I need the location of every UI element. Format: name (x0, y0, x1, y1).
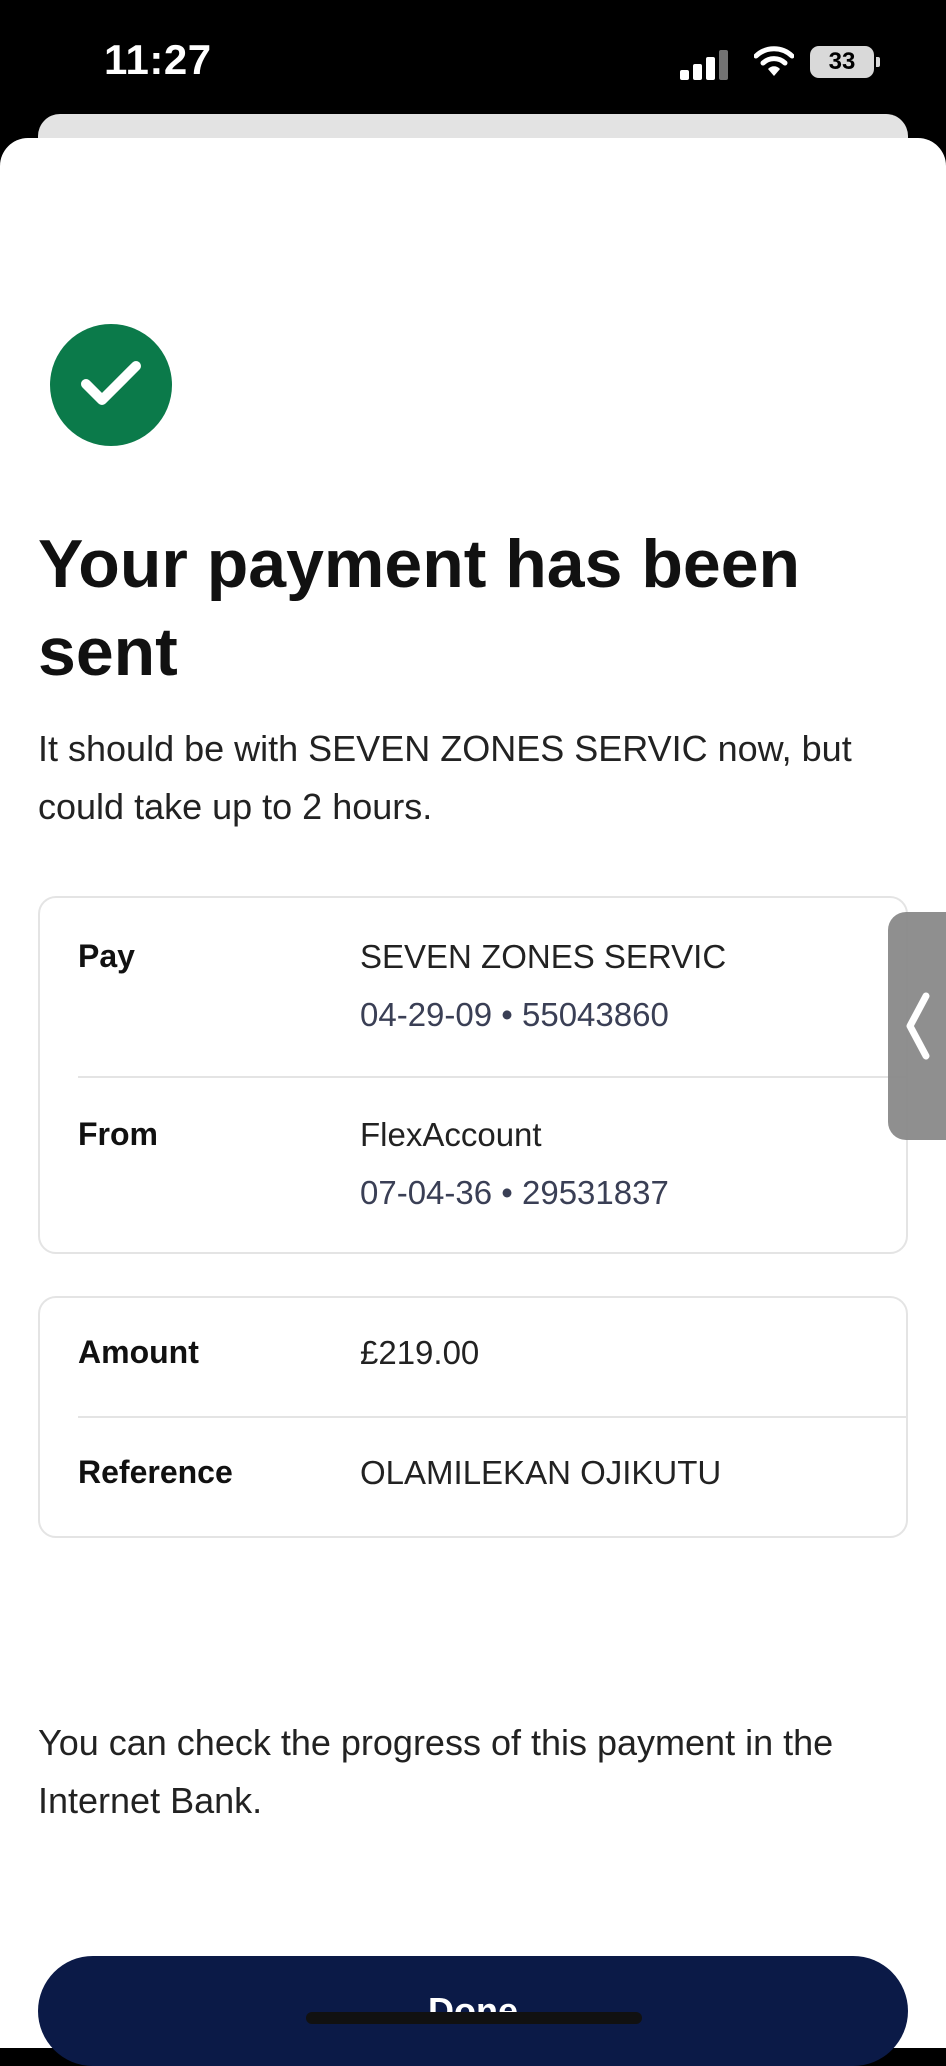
home-indicator[interactable] (306, 2012, 642, 2024)
amount-value: £219.00 (360, 1334, 480, 1371)
payment-details-card: Pay SEVEN ZONES SERVIC 04-29-09 • 550438… (38, 896, 908, 1254)
reference-value: OLAMILEKAN OJIKUTU (360, 1454, 722, 1491)
signal-icon (680, 50, 730, 80)
battery-icon: 33 (810, 46, 880, 78)
confirmation-subtitle: It should be with SEVEN ZONES SERVIC now… (38, 728, 852, 827)
done-button[interactable]: Done (38, 1956, 908, 2066)
pay-value: SEVEN ZONES SERVIC 04-29-09 • 55043860 (360, 928, 726, 1044)
pay-label: Pay (78, 938, 135, 974)
amount-label: Amount (78, 1334, 199, 1370)
from-account-name: FlexAccount (360, 1116, 542, 1153)
from-value: FlexAccount 07-04-36 • 29531837 (360, 1106, 669, 1222)
divider (78, 1076, 906, 1078)
check-circle-icon (50, 324, 172, 446)
chevron-left-icon (906, 992, 930, 1060)
amount-details-card: Amount £219.00 Reference OLAMILEKAN OJIK… (38, 1296, 908, 1538)
side-panel-handle[interactable] (888, 912, 946, 1140)
status-time: 11:27 (104, 36, 212, 83)
from-label: From (78, 1116, 158, 1152)
payee-name: SEVEN ZONES SERVIC (360, 938, 727, 975)
wifi-icon (753, 44, 795, 78)
divider (78, 1416, 906, 1418)
from-account-number: 07-04-36 • 29531837 (360, 1174, 669, 1211)
page-title: Your payment has been sent (38, 526, 801, 690)
reference-label: Reference (78, 1454, 233, 1490)
payment-confirmation-sheet: Your payment has been sent It should be … (0, 138, 946, 2066)
payee-account: 04-29-09 • 55043860 (360, 996, 669, 1033)
progress-note: You can check the progress of this payme… (38, 1722, 834, 1821)
